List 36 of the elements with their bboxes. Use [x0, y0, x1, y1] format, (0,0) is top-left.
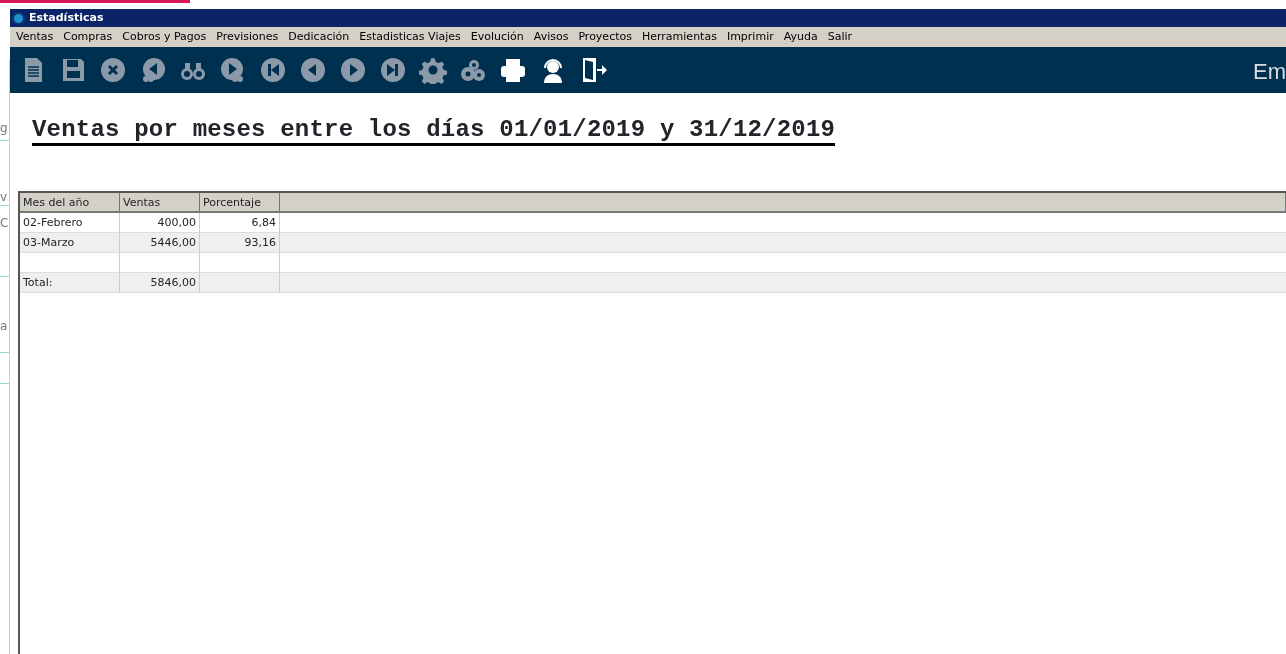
table-cell: 03-Marzo [20, 233, 120, 254]
menu-item[interactable]: Ayuda [778, 28, 823, 46]
table-cell: 93,16 [200, 233, 280, 254]
menu-item[interactable]: Salir [822, 28, 858, 46]
table-cell: Total: [20, 273, 120, 294]
table-cell: 5846,00 [120, 273, 200, 294]
menu-item[interactable]: Compras [58, 28, 118, 46]
printer-icon [499, 56, 527, 84]
app-icon [12, 11, 25, 25]
text-fragment: g [0, 122, 8, 134]
menu-item[interactable]: Previsiones [211, 28, 284, 46]
report-title: Ventas por meses entre los días 01/01/2019 y 31/12/2019 [32, 117, 836, 147]
menu-item[interactable]: Estadisticas Viajes [354, 28, 466, 46]
column-header[interactable]: Ventas [120, 193, 200, 214]
gear-icon [419, 56, 447, 84]
menu-item[interactable]: Proyectos [573, 28, 637, 46]
menu-item[interactable]: Avisos [528, 28, 574, 46]
last-record-icon [379, 56, 407, 84]
header-text: Em [1253, 61, 1286, 83]
menu-item[interactable]: Herramientas [636, 28, 722, 46]
column-header[interactable]: Mes del año [20, 193, 120, 214]
menu-item[interactable]: Dedicación [283, 28, 355, 46]
window-title: Estadísticas [29, 9, 104, 26]
close-icon [99, 56, 127, 84]
first-record-icon [259, 56, 287, 84]
text-fragment: C [0, 217, 9, 229]
previous-icon [299, 56, 327, 84]
menu-item[interactable]: Evolución [465, 28, 529, 46]
menu-item[interactable]: Imprimir [721, 28, 779, 46]
menu-item[interactable]: Cobros y Pagos [117, 28, 212, 46]
menu-item[interactable]: Ventas [11, 28, 59, 46]
table-cell: 5446,00 [120, 233, 200, 254]
next-icon [339, 56, 367, 84]
text-fragment: v [0, 191, 8, 203]
column-header[interactable]: Porcentaje [200, 193, 280, 214]
text-fragment: a [0, 320, 8, 332]
